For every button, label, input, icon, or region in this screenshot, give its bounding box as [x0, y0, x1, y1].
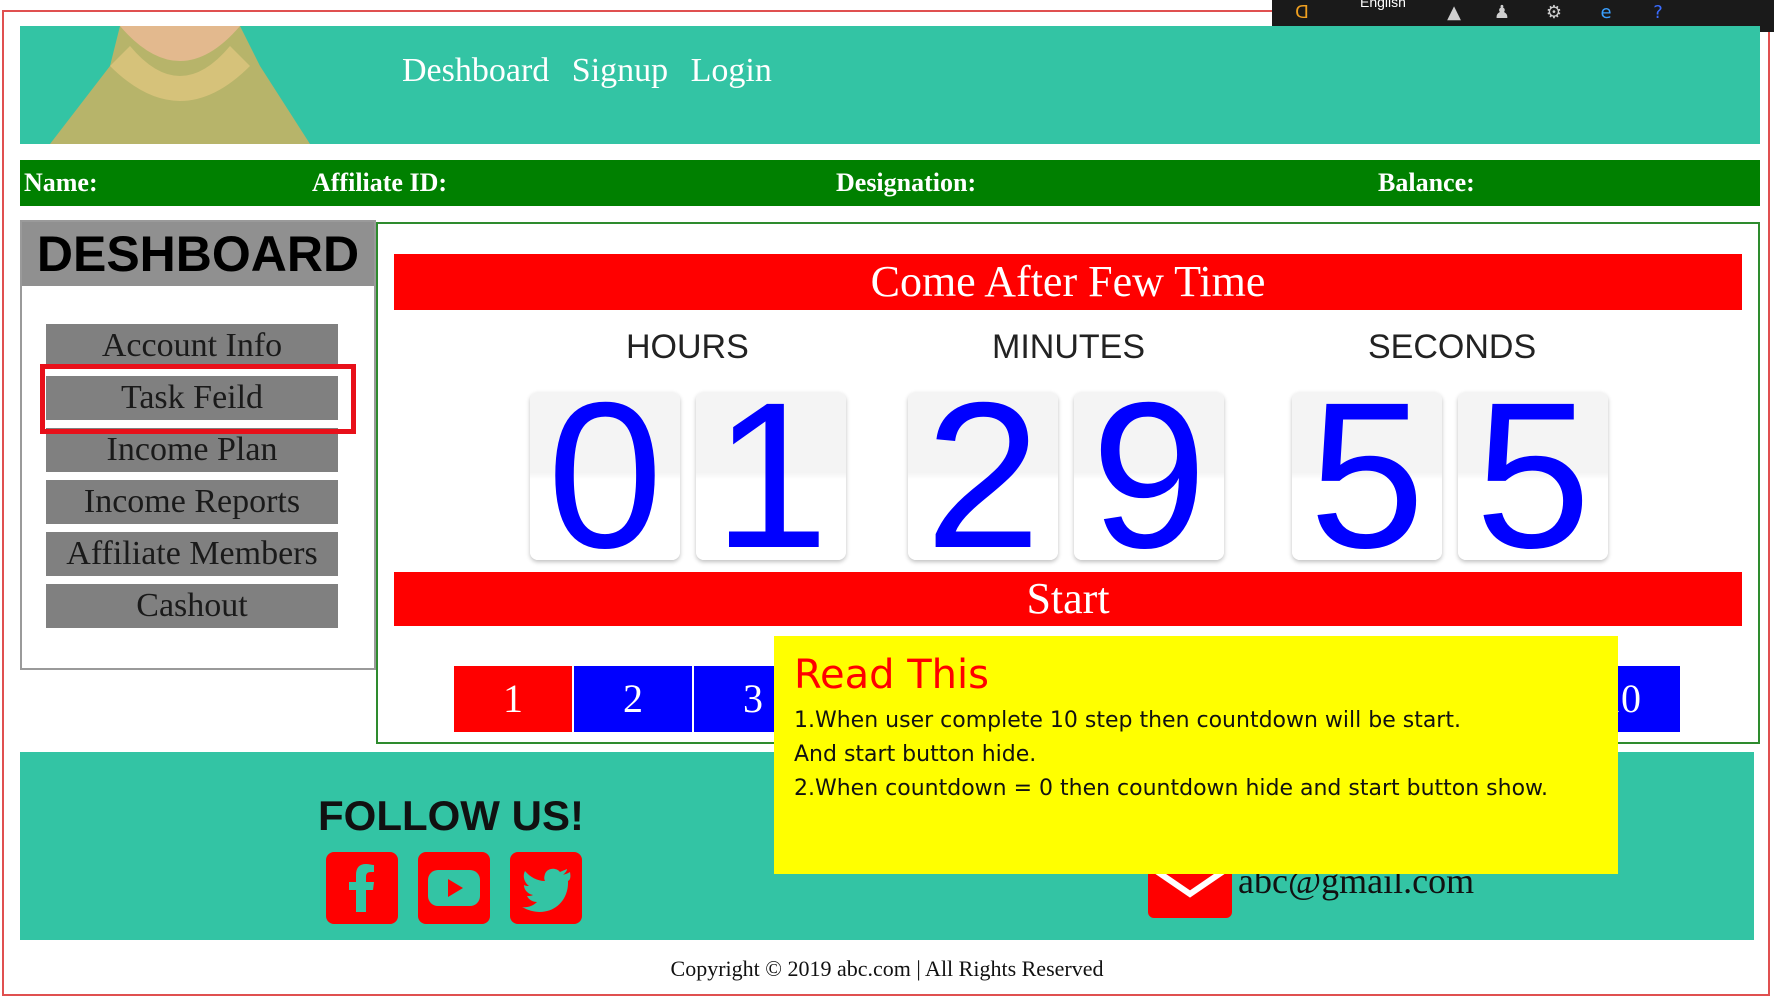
- sidebar-item-cashout[interactable]: Cashout: [46, 584, 338, 628]
- start-button[interactable]: Start: [394, 572, 1742, 626]
- sidebar-item-affiliate-members[interactable]: Affiliate Members: [46, 532, 338, 576]
- note-line-3: 2.When countdown = 0 then countdown hide…: [794, 776, 1549, 801]
- sidebar-item-income-plan[interactable]: Income Plan: [46, 428, 338, 472]
- seconds-ones-digit: 5: [1458, 392, 1608, 560]
- seconds-tens-digit: 5: [1292, 392, 1442, 560]
- affiliate-id-label: Affiliate ID:: [312, 168, 448, 197]
- hours-label: HOURS: [626, 328, 749, 366]
- avatar-image: [50, 26, 310, 144]
- balance-label: Balance:: [1378, 168, 1475, 197]
- twitter-icon[interactable]: [510, 852, 582, 924]
- designation-label: Designation:: [836, 168, 977, 197]
- sidebar-item-account-info[interactable]: Account Info: [46, 324, 338, 368]
- step-button-2[interactable]: 2: [574, 666, 692, 732]
- top-nav: Deshboard Signup Login: [402, 52, 786, 90]
- hours-tens-digit: 0: [530, 392, 680, 560]
- note-line-2: And start button hide.: [794, 742, 1037, 767]
- nav-deshboard[interactable]: Deshboard: [402, 52, 549, 89]
- youtube-icon[interactable]: [418, 852, 490, 924]
- browser-icon[interactable]: e: [1594, 2, 1618, 24]
- site-header: Deshboard Signup Login: [20, 26, 1760, 144]
- highlight-box: [40, 364, 356, 434]
- user-info-bar: Name: Affiliate ID: Designation: Balance…: [20, 160, 1760, 206]
- pen-icon[interactable]: ♟: [1490, 2, 1514, 24]
- follow-us-heading: FOLLOW US!: [318, 792, 584, 839]
- sidebar-title: DESHBOARD: [22, 222, 374, 286]
- instruction-note: Read This 1.When user complete 10 step t…: [774, 636, 1618, 874]
- input-method-icon[interactable]: ᗡ: [1290, 2, 1314, 24]
- minutes-ones-digit: 9: [1074, 392, 1224, 560]
- help-icon[interactable]: ?: [1646, 2, 1670, 24]
- minutes-label: MINUTES: [992, 328, 1145, 366]
- note-title: Read This: [794, 652, 989, 698]
- nav-signup[interactable]: Signup: [572, 52, 668, 89]
- sidebar: DESHBOARD Account Info Task Feild Income…: [20, 220, 376, 670]
- note-line-1: 1.When user complete 10 step then countd…: [794, 708, 1461, 733]
- hours-ones-digit: 1: [696, 392, 846, 560]
- gear-icon[interactable]: ⚙: [1542, 2, 1566, 24]
- seconds-label: SECONDS: [1368, 328, 1537, 366]
- facebook-icon[interactable]: [326, 852, 398, 924]
- copyright-text: Copyright © 2019 abc.com | All Rights Re…: [670, 956, 1104, 981]
- nav-login[interactable]: Login: [691, 52, 772, 89]
- wait-banner: Come After Few Time: [394, 254, 1742, 310]
- step-button-1[interactable]: 1: [454, 666, 572, 732]
- language-indicator[interactable]: English: [1360, 0, 1406, 10]
- sidebar-item-income-reports[interactable]: Income Reports: [46, 480, 338, 524]
- keyboard-icon[interactable]: ▲: [1442, 2, 1466, 24]
- minutes-tens-digit: 2: [908, 392, 1058, 560]
- name-label: Name:: [24, 168, 98, 197]
